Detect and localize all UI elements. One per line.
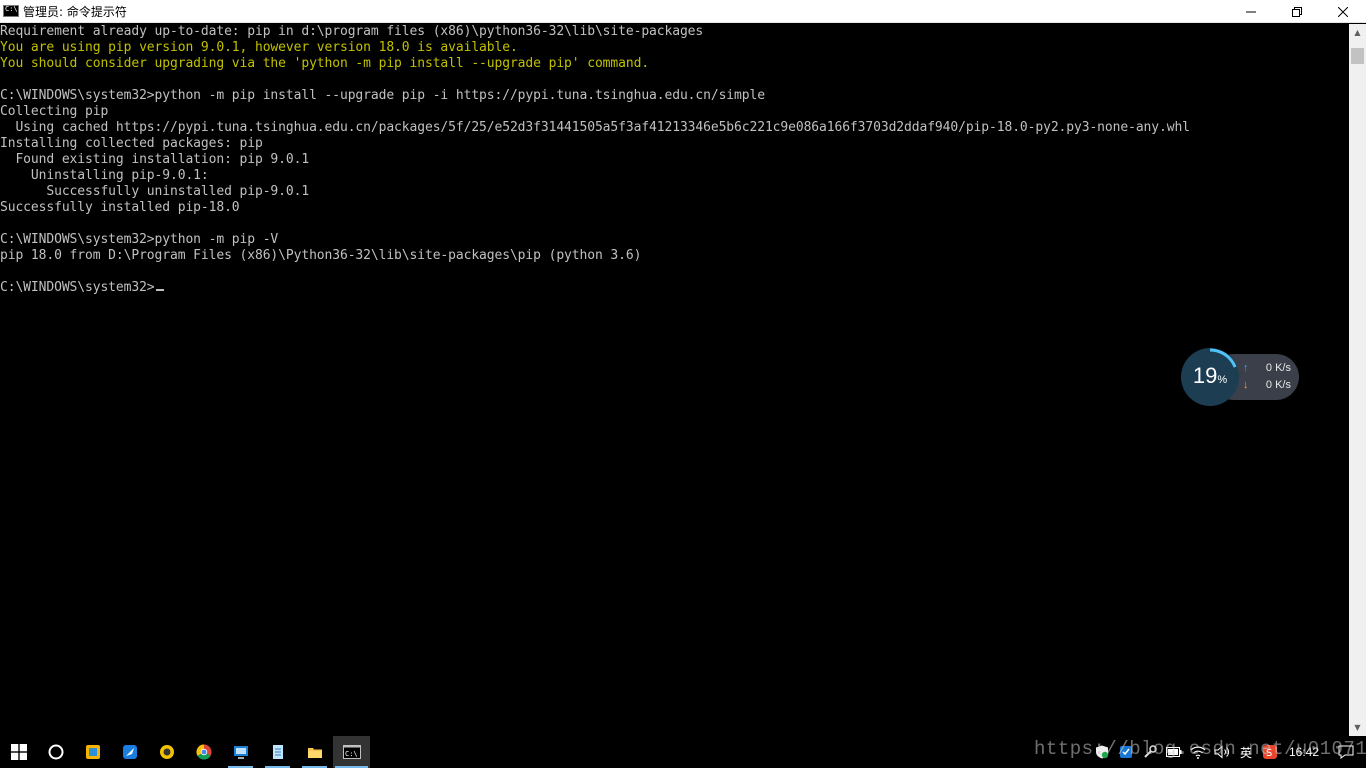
cmd-icon: C:\ xyxy=(342,745,361,759)
console-line: Requirement already up-to-date: pip in d… xyxy=(0,24,704,39)
tray-security-shield[interactable] xyxy=(1090,736,1114,768)
svg-text:S: S xyxy=(1266,748,1272,759)
notification-icon xyxy=(1338,745,1354,759)
cmd-app-icon[interactable] xyxy=(3,5,19,17)
notepad-icon xyxy=(272,745,283,759)
taskbar-file-explorer[interactable] xyxy=(296,736,333,768)
yellow-coin-app-icon xyxy=(159,745,174,759)
scroll-down-arrow-icon[interactable]: ▼ xyxy=(1349,719,1366,736)
console-line: Successfully installed pip-18.0 xyxy=(0,200,240,215)
taskbar-app-1[interactable] xyxy=(74,736,111,768)
blue-monitor-app-icon xyxy=(233,746,248,759)
console-line: C:\WINDOWS\system32>python -m pip -V xyxy=(0,232,279,247)
chrome-icon xyxy=(195,744,211,760)
window-titlebar[interactable]: 管理员: 命令提示符 xyxy=(0,0,1366,23)
console-line: Using cached https://pypi.tuna.tsinghua.… xyxy=(0,120,1190,135)
window-title: 管理员: 命令提示符 xyxy=(23,4,127,19)
tray-volume[interactable] xyxy=(1210,736,1234,768)
wifi-icon xyxy=(1190,746,1206,759)
taskbar-command-prompt[interactable]: C:\ xyxy=(333,736,370,768)
console-line: You are using pip version 9.0.1, however… xyxy=(0,40,518,55)
tray-wifi[interactable] xyxy=(1186,736,1210,768)
folder-icon xyxy=(307,748,322,758)
tray-ime-indicator[interactable]: 英 xyxy=(1234,736,1258,768)
blue-shield-app-icon xyxy=(1120,746,1132,758)
action-center-button[interactable] xyxy=(1326,736,1366,768)
console-line: You should consider upgrading via the 'p… xyxy=(0,56,650,71)
tray-app-tool[interactable] xyxy=(1138,736,1162,768)
taskbar: C:\ 英 S 16:42 xyxy=(0,736,1366,768)
battery-icon xyxy=(1166,747,1182,757)
upload-arrow-icon: ↑ xyxy=(1243,362,1249,374)
close-button[interactable] xyxy=(1320,0,1366,23)
tray-battery[interactable] xyxy=(1162,736,1186,768)
console-line: Successfully uninstalled pip-9.0.1 xyxy=(0,184,310,199)
console-line: pip 18.0 from D:\Program Files (x86)\Pyt… xyxy=(0,248,642,263)
console-line: Installing collected packages: pip xyxy=(0,136,263,151)
cortana-circle-icon xyxy=(48,744,63,760)
taskbar-app-3[interactable] xyxy=(148,736,185,768)
window-controls xyxy=(1228,0,1366,23)
minimize-button[interactable] xyxy=(1228,0,1274,23)
tray-app-blue[interactable] xyxy=(1114,736,1138,768)
console-output[interactable]: Requirement already up-to-date: pip in d… xyxy=(0,24,1349,736)
console-prompt-line[interactable]: C:\WINDOWS\system32> xyxy=(0,280,1349,296)
system-tray: 英 S 16:42 xyxy=(1090,736,1366,768)
scroll-up-arrow-icon[interactable]: ▲ xyxy=(1349,24,1366,41)
restore-button[interactable] xyxy=(1274,0,1320,23)
console-line: Uninstalling pip-9.0.1: xyxy=(0,168,209,183)
svg-text:C:\: C:\ xyxy=(345,750,358,758)
console-prompt: C:\WINDOWS\system32> xyxy=(0,280,155,295)
download-speed-value: 0 K/s xyxy=(1265,379,1291,391)
cpu-usage-percent: 19% xyxy=(1192,363,1228,388)
console-line: C:\WINDOWS\system32>python -m pip instal… xyxy=(0,88,765,103)
speaker-icon xyxy=(1214,745,1229,759)
system-monitor-widget[interactable]: 19% ↑ 0 K/s ↓ 0 K/s xyxy=(1181,348,1299,406)
yellow-square-app-icon xyxy=(85,745,100,759)
vertical-scrollbar[interactable]: ▲ ▼ xyxy=(1349,24,1366,736)
upload-speed-value: 0 K/s xyxy=(1265,362,1291,374)
sogou-ime-icon: S xyxy=(1263,745,1277,759)
tray-sogou-ime[interactable]: S xyxy=(1258,736,1282,768)
wrench-icon xyxy=(1144,745,1157,758)
minimize-icon xyxy=(1246,11,1256,12)
cortana-button[interactable] xyxy=(37,736,74,768)
taskbar-notepad[interactable] xyxy=(259,736,296,768)
restore-icon xyxy=(1292,6,1302,17)
text-cursor xyxy=(155,289,164,291)
taskbar-app-2[interactable] xyxy=(111,736,148,768)
download-arrow-icon: ↓ xyxy=(1243,379,1249,391)
taskbar-app-5[interactable] xyxy=(222,736,259,768)
blue-feather-app-icon xyxy=(122,745,137,759)
taskbar-chrome[interactable] xyxy=(185,736,222,768)
tray-clock[interactable]: 16:42 xyxy=(1282,736,1326,768)
windows-logo-icon xyxy=(10,744,27,760)
start-button[interactable] xyxy=(0,736,37,768)
console-line: Found existing installation: pip 9.0.1 xyxy=(0,152,310,167)
console-line: Collecting pip xyxy=(0,104,109,119)
shield-icon xyxy=(1096,745,1109,759)
close-icon xyxy=(1338,6,1348,17)
scrollbar-thumb[interactable] xyxy=(1351,48,1364,64)
